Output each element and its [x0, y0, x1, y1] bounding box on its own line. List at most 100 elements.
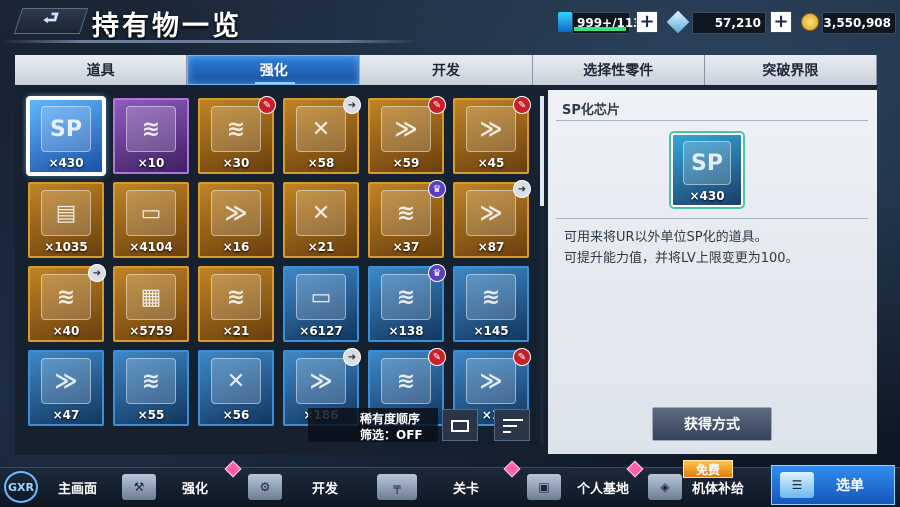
item-slot[interactable]: ≋ ×55 — [113, 350, 189, 426]
cards-icon: ▦ — [126, 274, 176, 320]
title-underline — [0, 40, 420, 43]
item-slot[interactable]: ≋ ×40 ➜ — [28, 264, 106, 342]
item-slot[interactable]: ▭ ×6127 — [283, 266, 359, 342]
feather-badge-icon: ✎ — [513, 96, 531, 114]
coin-value: 3,550,908 — [823, 16, 891, 30]
item-count: ×1035 — [44, 240, 88, 254]
tab-optional-parts[interactable]: 选择性零件 — [532, 55, 705, 85]
sort-order-label: 稀有度顺序 — [360, 412, 421, 426]
item-count: ×21 — [307, 240, 335, 254]
item-count: ×47 — [52, 408, 80, 422]
item-grid: SP ×430 ≋ ×10 ≋ ×30 ✎ ✕ ×58 ➜ ≫ ×59 ✎ ≫ ×45 ✎ ▤ ×1035 ▭ ×41… — [22, 92, 536, 444]
nav-label: 开发 — [312, 481, 339, 497]
grid-scrollbar[interactable] — [540, 96, 544, 446]
item-slot[interactable]: ≋ ×145 — [453, 266, 529, 342]
item-slot[interactable]: ✕ ×58 ➜ — [283, 96, 361, 174]
item-slot[interactable]: ≫ ×87 ➜ — [453, 180, 531, 258]
item-slot[interactable]: ▭ ×4104 — [113, 182, 189, 258]
nav-menu[interactable]: ☰ 选单 — [771, 465, 895, 505]
item-slot[interactable]: ≋ ×30 ✎ — [198, 96, 276, 174]
item-slot[interactable]: SP ×430 — [28, 98, 104, 174]
nav-stages[interactable]: ╤ 关卡 — [377, 467, 479, 507]
disk-icon: ▤ — [41, 190, 91, 236]
item-count: ×87 — [477, 240, 505, 254]
burst-part-icon: ✕ — [296, 106, 346, 152]
how-to-obtain-button[interactable]: 获得方式 — [652, 407, 772, 441]
arrow-badge-icon: ➜ — [343, 96, 361, 114]
supply-icon: ◈ — [648, 474, 682, 500]
arrow-badge-icon: ➜ — [513, 180, 531, 198]
energy-icon — [558, 12, 572, 32]
crown-badge-icon: ♛ — [428, 264, 446, 282]
item-slot[interactable]: ▤ ×1035 — [28, 182, 104, 258]
item-count: ×55 — [137, 408, 165, 422]
item-count: ×45 — [477, 156, 505, 170]
feather-badge-icon: ✎ — [513, 348, 531, 366]
item-slot[interactable]: ≋ ×138 ♛ — [368, 264, 446, 342]
item-slot[interactable]: ≋ ×10 — [113, 98, 189, 174]
feather-badge-icon: ✎ — [258, 96, 276, 114]
arrow-badge-icon: ➜ — [88, 264, 106, 282]
gem-value: 57,210 — [714, 16, 761, 30]
item-slot[interactable]: ≋ ×21 — [198, 266, 274, 342]
item-slot[interactable]: ≫ ×59 ✎ — [368, 96, 446, 174]
nav-label: 主画面 — [58, 481, 98, 497]
arrow-badge-icon: ➜ — [343, 348, 361, 366]
item-slot[interactable]: ▦ ×5759 — [113, 266, 189, 342]
sort-icon — [503, 419, 523, 421]
item-count: ×58 — [307, 156, 335, 170]
beam-part-icon: ≫ — [381, 106, 431, 152]
beam-part-icon: ≫ — [466, 358, 516, 404]
sort-button[interactable] — [494, 409, 530, 441]
description-line: 可用来将UR以外单位SP化的道具。 — [564, 230, 768, 245]
item-count: ×37 — [392, 240, 420, 254]
detail-item-name: SP化芯片 — [562, 103, 620, 118]
item-count: ×138 — [388, 324, 424, 338]
item-slot[interactable]: ≫ ×16 — [198, 182, 274, 258]
add-gems-button[interactable]: + — [770, 11, 792, 33]
tab-enhance[interactable]: 强化 — [187, 55, 361, 85]
nav-develop[interactable]: ⚙ 开发 — [248, 467, 338, 507]
back-arrow-icon: ⮐ — [42, 8, 60, 29]
tab-develop[interactable]: 开发 — [360, 55, 533, 85]
nav-label: 机体补给 — [692, 481, 745, 497]
swirl-part-icon: ≋ — [466, 274, 516, 320]
back-button[interactable]: ⮐ — [13, 8, 89, 34]
item-count: ×40 — [52, 324, 80, 338]
beam-part-icon: ≫ — [41, 358, 91, 404]
item-slot[interactable]: ✕ ×21 — [283, 182, 359, 258]
tab-limit-break[interactable]: 突破界限 — [704, 55, 878, 85]
detail-item-count: ×430 — [689, 189, 725, 203]
gem-icon — [666, 10, 690, 34]
laptop-icon: ▭ — [126, 190, 176, 236]
item-slot[interactable]: ≋ ×37 ♛ — [368, 180, 446, 258]
wrench-icon: ⚒ — [122, 474, 156, 500]
item-slot[interactable]: ≫ ×47 — [28, 350, 104, 426]
gun-icon: ╤ — [377, 474, 417, 500]
scrollbar-thumb[interactable] — [540, 96, 544, 206]
swirl-part-icon: ≋ — [381, 358, 431, 404]
active-tab-indicator — [255, 82, 295, 84]
nav-personal-base[interactable]: ▣ 个人基地 — [527, 467, 629, 507]
item-count: ×145 — [473, 324, 509, 338]
beam-part-icon: ≫ — [466, 190, 516, 236]
swirl-part-icon: ≋ — [41, 274, 91, 320]
card-view-icon — [451, 420, 469, 432]
beam-part-icon: ≫ — [466, 106, 516, 152]
swirl-part-icon: ≋ — [381, 274, 431, 320]
laptop-icon: ▭ — [296, 274, 346, 320]
nav-home[interactable]: 主画面 — [58, 467, 97, 507]
item-slot[interactable]: ✕ ×56 — [198, 350, 274, 426]
item-slot[interactable]: ≫ ×45 ✎ — [453, 96, 531, 174]
sort-filter-box[interactable]: 稀有度顺序 筛选：OFF — [308, 408, 438, 442]
add-energy-button[interactable]: + — [636, 11, 658, 33]
item-count: ×4104 — [129, 240, 173, 254]
energy-bar — [574, 27, 626, 31]
tab-items[interactable]: 道具 — [15, 55, 188, 85]
nav-enhance[interactable]: ⚒ 强化 — [122, 467, 208, 507]
burst-part-icon: ✕ — [296, 190, 346, 236]
sp-chip-icon: SP — [41, 106, 91, 152]
crown-badge-icon: ♛ — [428, 180, 446, 198]
nav-label: 关卡 — [453, 481, 480, 497]
view-toggle-button[interactable] — [442, 409, 478, 441]
